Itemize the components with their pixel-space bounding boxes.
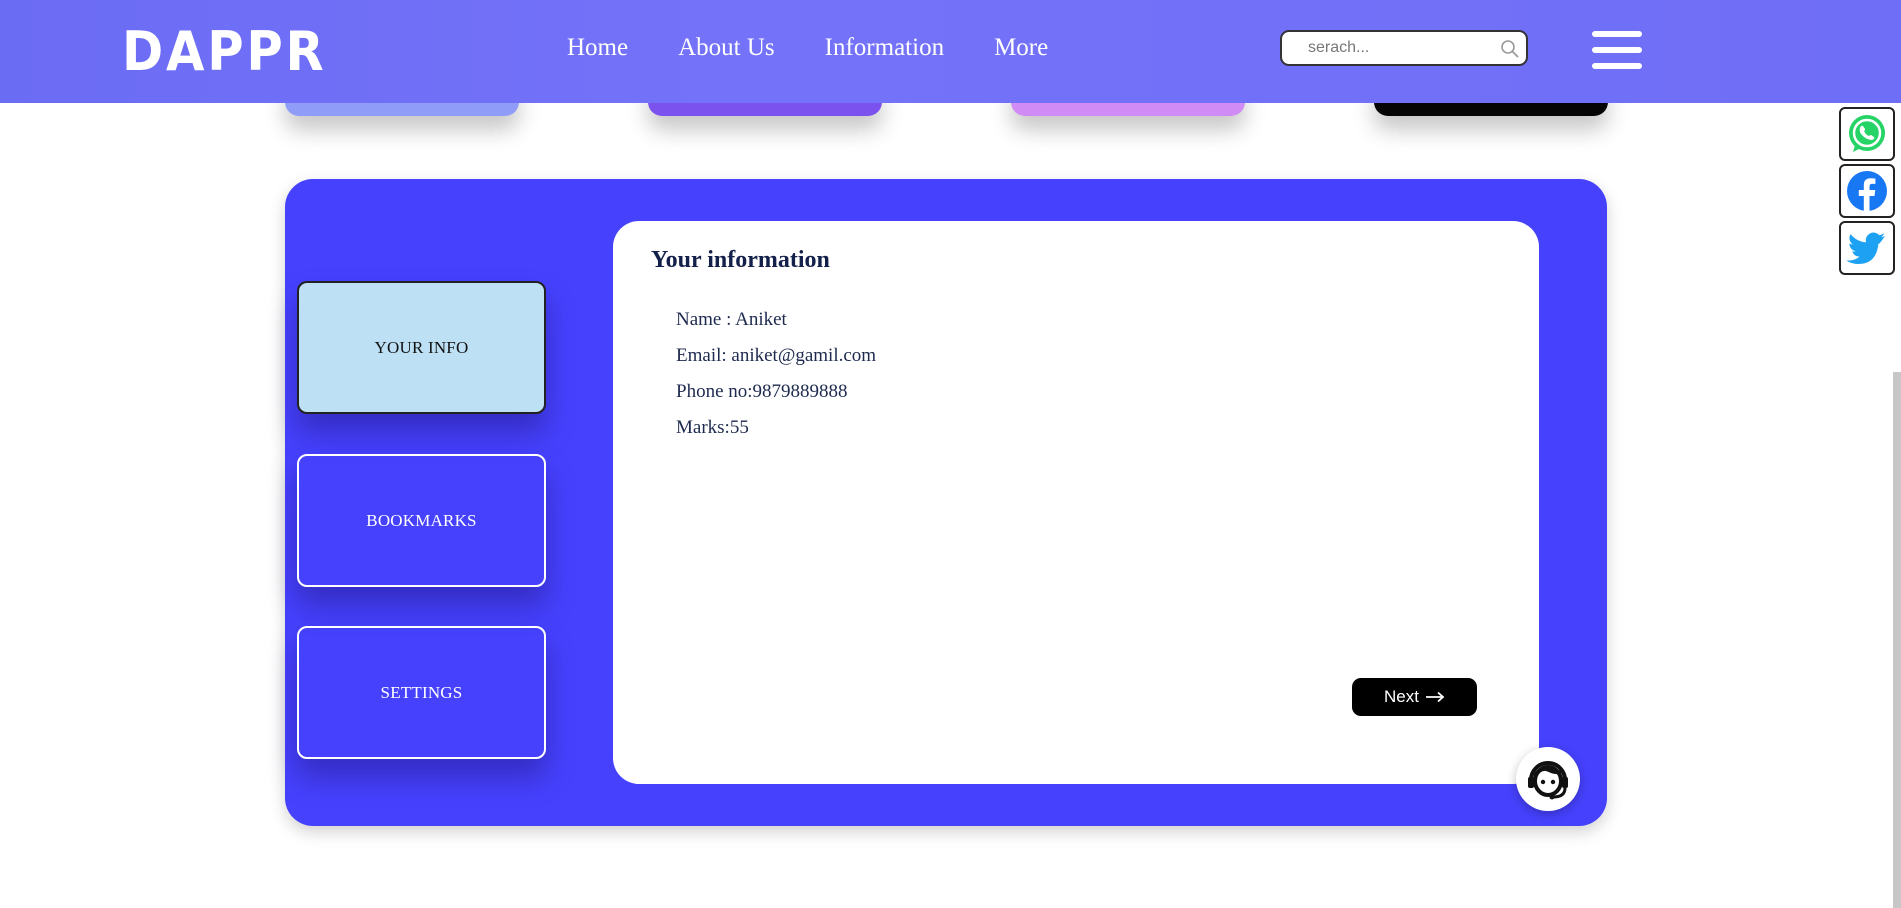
nav-about-link[interactable]: About Us [678,34,775,62]
tab-your-info[interactable]: YOUR INFO [297,281,546,414]
info-card-title: Your information [651,247,830,273]
whatsapp-button[interactable] [1839,107,1895,161]
main-nav: Home About Us Information More [567,34,1098,62]
nav-information-link[interactable]: Information [825,34,944,62]
facebook-icon [1847,171,1887,211]
arrow-right-icon [1425,691,1445,703]
info-phone: Phone no:9879889888 [676,381,848,402]
tab-bookmarks[interactable]: BOOKMARKS [297,454,546,587]
top-navbar: DAPPR Home About Us Information More [0,0,1901,103]
tab-settings[interactable]: SETTINGS [297,626,546,759]
nav-home-link[interactable]: Home [567,34,628,62]
twitter-button[interactable] [1839,221,1895,275]
page-scrollbar[interactable] [1893,372,1901,908]
search-input[interactable] [1306,38,1500,58]
search-icon[interactable] [1500,39,1520,59]
facebook-button[interactable] [1839,164,1895,218]
info-email: Email: aniket@gamil.com [676,345,877,366]
twitter-icon [1847,232,1885,265]
hamburger-menu-icon[interactable] [1592,31,1642,69]
next-button[interactable]: Next [1352,678,1477,716]
support-chat-button[interactable] [1516,747,1580,811]
info-marks: Marks:55 [676,417,749,438]
info-list: Name : Aniket Email: aniket@gamil.com Ph… [676,309,876,453]
nav-more-link[interactable]: More [994,34,1048,62]
info-name: Name : Aniket [676,309,787,330]
support-agent-icon [1528,761,1568,800]
whatsapp-icon [1849,115,1885,152]
info-card: Your information Name : Aniket Email: an… [613,221,1539,784]
search-box [1280,30,1528,66]
logo[interactable]: DAPPR [122,20,327,83]
profile-panel: YOUR INFO BOOKMARKS SETTINGS Your inform… [285,179,1607,826]
next-button-label: Next [1384,687,1419,706]
